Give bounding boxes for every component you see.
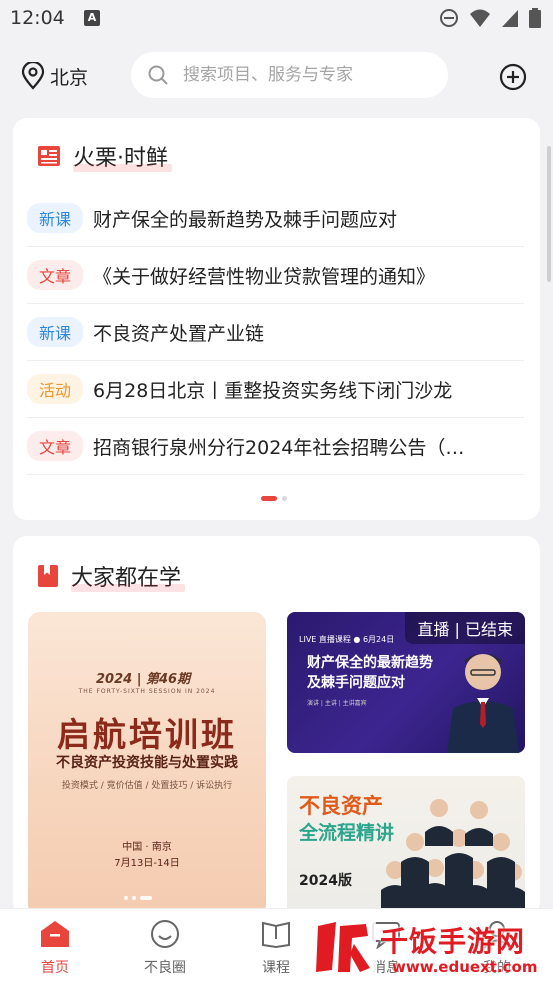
news-section-title: 火栗·时鲜 <box>73 140 172 172</box>
poster-live-label: LIVE 直播课程 ● 6月24日 <box>299 635 395 644</box>
carousel-dot-active <box>261 496 277 501</box>
course-poster-training[interactable]: 2024 | 第46期 THE FORTY-SIXTH SESSION IN 2… <box>28 612 266 916</box>
news-item[interactable]: 文章 招商银行泉州分行2024年社会招聘公告（… <box>27 418 524 475</box>
poster-subtitle: THE FORTY-SIXTH SESSION IN 2024 <box>78 688 216 695</box>
news-title: 财产保全的最新趋势及棘手问题应对 <box>93 208 398 231</box>
news-tag: 文章 <box>27 431 84 461</box>
poster-year: 2024 | 第46期 <box>96 672 191 687</box>
location-label: 北京 <box>50 66 89 89</box>
poster-line: 不良资产投资技能与处置实践 <box>56 755 238 771</box>
top-header: 北京 <box>0 38 553 116</box>
learning-card: 大家都在学 2024 | 第46期 THE FORTY-SIXTH SESSIO… <box>13 536 540 916</box>
news-item[interactable]: 文章 《关于做好经营性物业贷款管理的通知》 <box>27 247 524 304</box>
news-tag: 新课 <box>27 203 84 233</box>
carousel-dot <box>282 496 287 501</box>
do-not-disturb-icon <box>440 9 458 27</box>
news-item[interactable]: 新课 不良资产处置产业链 <box>27 304 524 361</box>
speakers-group-photo <box>381 799 525 916</box>
poster-date: 7月13日-14日 <box>114 858 180 869</box>
learning-section-title: 大家都在学 <box>71 560 186 592</box>
book-icon <box>262 921 290 949</box>
speaker-photo <box>447 653 519 753</box>
wifi-icon <box>470 9 490 27</box>
location-selector[interactable]: 北京 <box>20 62 88 90</box>
course-poster-live[interactable]: 直播 | 已结束 LIVE 直播课程 ● 6月24日 财产保全的最新趋势 及棘手… <box>287 612 525 753</box>
news-title: 招商银行泉州分行2024年社会招聘公告（… <box>93 436 465 459</box>
learning-section-header: 大家都在学 <box>37 560 186 592</box>
notification-icon: A <box>84 10 100 26</box>
scrollbar[interactable] <box>547 146 551 282</box>
news-item[interactable]: 新课 财产保全的最新趋势及棘手问题应对 <box>27 190 524 247</box>
search-bar[interactable] <box>131 52 448 98</box>
poster-title: 启航培训班 <box>57 715 237 754</box>
search-input[interactable] <box>183 65 433 85</box>
news-tag: 文章 <box>27 260 84 290</box>
watermark-url: www.eduext.com <box>392 958 538 976</box>
carousel-indicator <box>261 496 287 501</box>
site-watermark: 千饭手游网 www.eduext.com <box>306 910 553 984</box>
news-tag: 活动 <box>27 374 84 404</box>
news-item[interactable]: 活动 6月28日北京丨重整投资实务线下闭门沙龙 <box>27 361 524 418</box>
news-list: 新课 财产保全的最新趋势及棘手问题应对 文章 《关于做好经营性物业贷款管理的通知… <box>27 190 524 475</box>
poster-meta: 演讲 | 主讲 | 主讲嘉宾 <box>307 700 367 707</box>
poster-place: 中国 · 南京 <box>122 842 172 853</box>
poster-title-line1: 财产保全的最新趋势 <box>307 655 433 671</box>
home-icon <box>41 921 69 947</box>
add-icon[interactable] <box>499 63 527 91</box>
status-time: 12:04 <box>10 7 65 29</box>
news-title: 不良资产处置产业链 <box>93 322 265 345</box>
poster-carousel-dots <box>124 896 152 900</box>
poster-title-line2: 及棘手问题应对 <box>307 675 405 691</box>
signal-icon <box>502 10 518 27</box>
news-card: 火栗·时鲜 新课 财产保全的最新趋势及棘手问题应对 文章 《关于做好经营性物业贷… <box>13 118 540 520</box>
watermark-name: 千饭手游网 <box>380 925 526 958</box>
course-poster-npa[interactable]: 不良资产 全流程精讲 2024版 <box>287 776 525 916</box>
tab-community[interactable]: 不良圈 <box>110 919 220 977</box>
news-title: 6月28日北京丨重整投资实务线下闭门沙龙 <box>93 379 453 402</box>
poster-title-line1: 不良资产 <box>299 794 383 818</box>
poster-edition: 2024版 <box>299 873 352 889</box>
tab-label: 不良圈 <box>144 960 186 976</box>
status-bar: 12:04 A <box>0 0 553 38</box>
search-icon <box>148 65 168 85</box>
location-pin-icon <box>21 62 45 90</box>
battery-icon <box>529 8 541 28</box>
poster-tags: 投资模式 / 竞价估值 / 处置技巧 / 诉讼执行 <box>61 781 233 791</box>
live-status-badge: 直播 | 已结束 <box>405 612 525 644</box>
smile-icon <box>151 920 179 948</box>
news-section-header: 火栗·时鲜 <box>37 140 172 172</box>
tab-home[interactable]: 首页 <box>0 919 110 977</box>
tab-label: 首页 <box>41 960 69 976</box>
bookmark-icon <box>38 565 58 587</box>
news-tag: 新课 <box>27 317 84 347</box>
news-title: 《关于做好经营性物业贷款管理的通知》 <box>93 265 436 288</box>
newspaper-icon <box>38 146 60 166</box>
status-icons <box>439 8 541 28</box>
watermark-logo-icon <box>308 916 376 978</box>
